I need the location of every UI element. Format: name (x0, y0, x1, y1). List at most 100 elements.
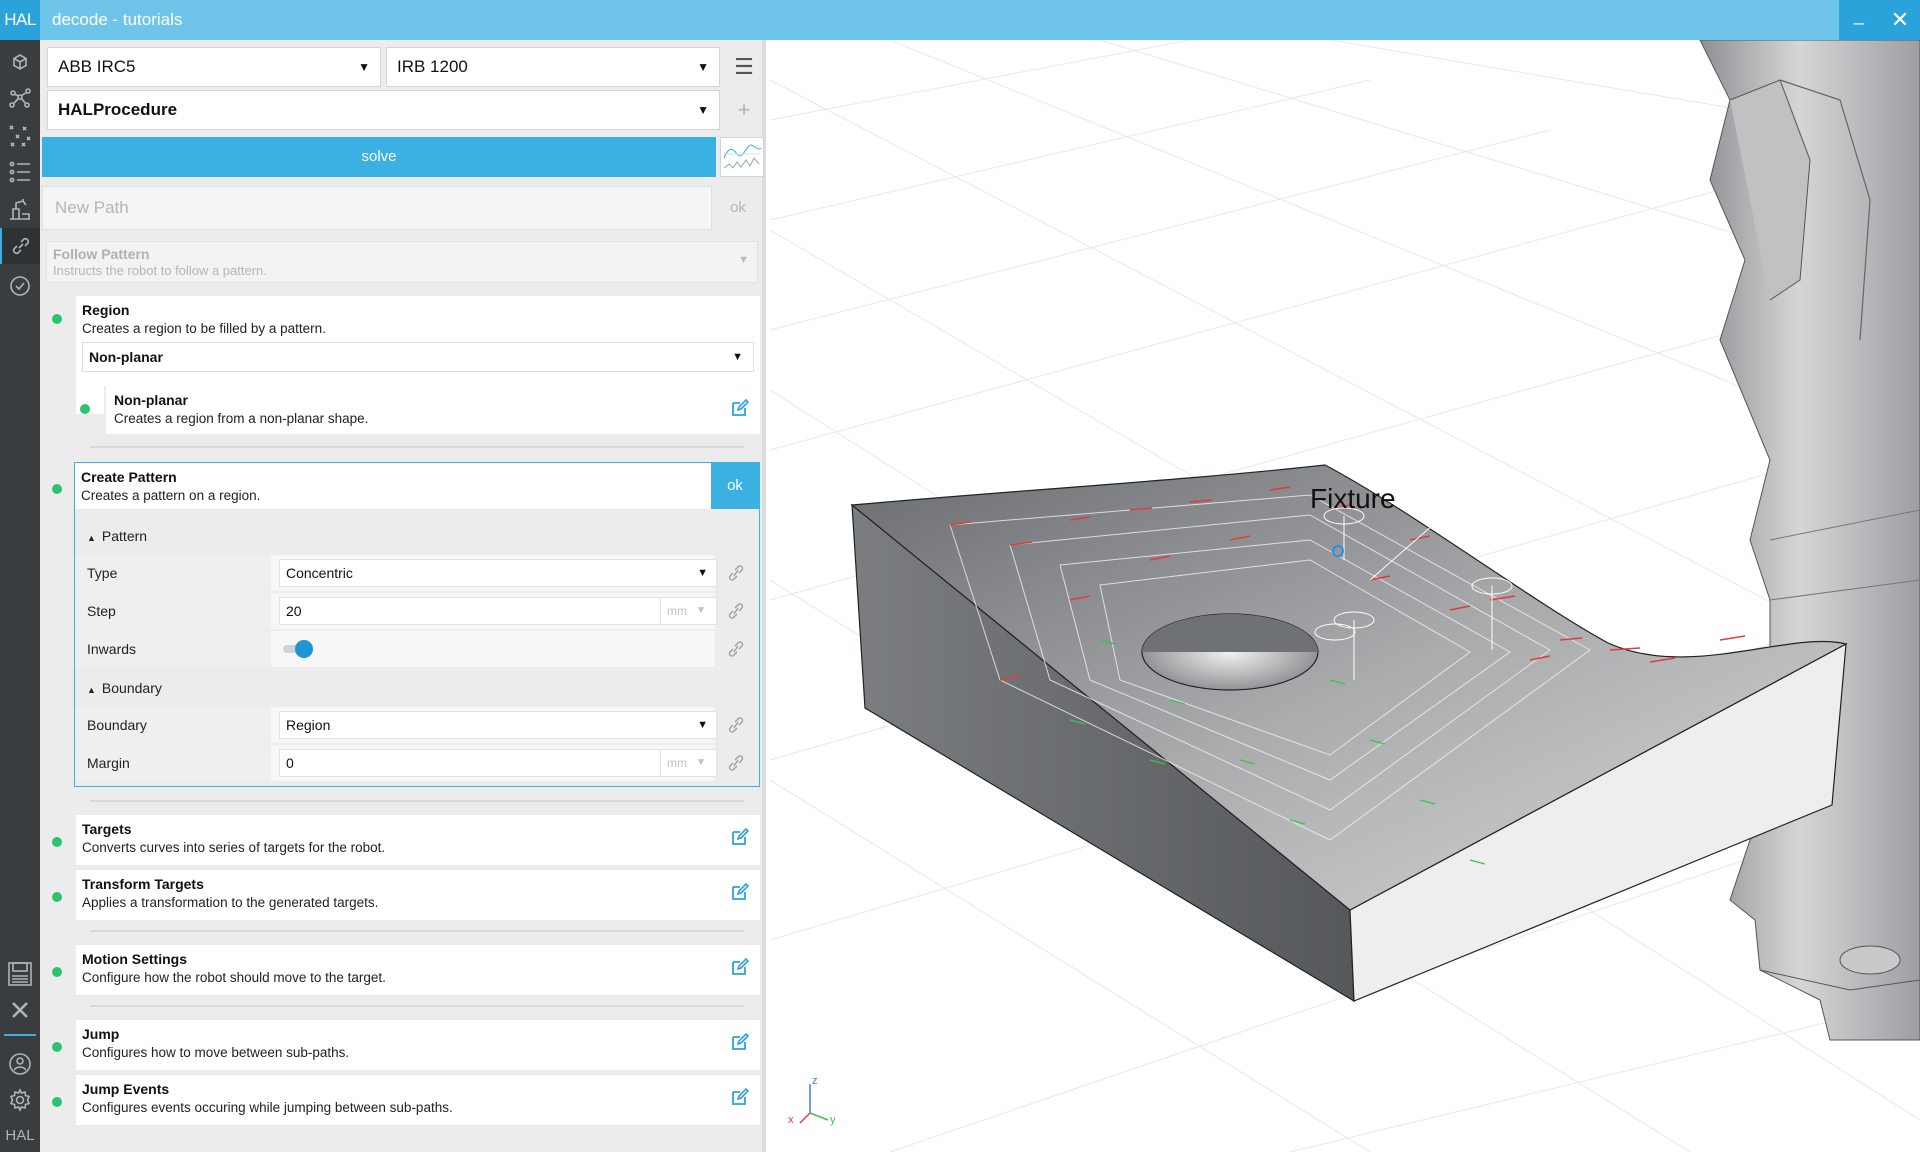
controller-select[interactable]: ABB IRC5 ▼ (47, 47, 381, 87)
check-circle-icon[interactable] (0, 268, 40, 304)
pattern-type-value: Concentric (286, 565, 353, 581)
non-planar-description: Creates a region from a non-planar shape… (114, 411, 369, 426)
close-window-button[interactable]: ✕ (1880, 0, 1920, 40)
boundary-value: Region (286, 717, 331, 733)
section-divider (90, 800, 744, 802)
region-type-value: Non-planar (89, 349, 163, 365)
convergence-graph-icon[interactable] (720, 137, 764, 177)
create-pattern-header[interactable]: Create Pattern Creates a pattern on a re… (75, 463, 711, 509)
robot-value: IRB 1200 (397, 57, 468, 76)
edit-icon[interactable] (730, 882, 750, 902)
footer-logo: HAL (5, 1127, 35, 1144)
list-icon[interactable] (0, 154, 40, 190)
chevron-down-icon: ▼ (697, 567, 708, 579)
collapse-triangle-icon: ▲ (87, 685, 96, 695)
link-icon[interactable] (725, 753, 747, 773)
cube-icon[interactable] (0, 44, 40, 80)
transform-targets-card[interactable]: Transform Targets Applies a transformati… (76, 870, 760, 920)
chevron-down-icon: ▼ (697, 719, 708, 731)
link-icon[interactable] (725, 601, 747, 621)
edit-icon[interactable] (730, 827, 750, 847)
margin-label: Margin (75, 745, 271, 781)
follow-pattern-header[interactable]: Follow Pattern Instructs the robot to fo… (46, 241, 758, 283)
step-input[interactable]: 20 mm ▼ (279, 597, 717, 625)
boundary-section-label: Boundary (101, 680, 162, 696)
scene-svg: Fixture z y x (770, 40, 1920, 1152)
status-dot (52, 837, 62, 847)
transform-targets-title: Transform Targets (82, 876, 204, 892)
transform-targets-description: Applies a transformation to the generate… (82, 895, 379, 910)
close-icon[interactable] (0, 992, 40, 1028)
jump-events-card[interactable]: Jump Events Configures events occuring w… (76, 1075, 760, 1125)
jump-card[interactable]: Jump Configures how to move between sub-… (76, 1020, 760, 1070)
chevron-down-icon: ▼ (738, 254, 749, 266)
step-label: Step (75, 593, 271, 629)
follow-pattern-title: Follow Pattern (53, 246, 150, 262)
step-value: 20 (286, 603, 302, 619)
margin-row: Margin 0 mm ▼ (75, 745, 759, 783)
edit-icon[interactable] (730, 398, 750, 418)
procedure-panel: ABB IRC5 ▼ IRB 1200 ▼ ☰ HALProcedure ▼ +… (40, 40, 766, 1152)
boundary-select[interactable]: Region ▼ (279, 711, 717, 739)
inwards-row: Inwards (75, 631, 759, 669)
step-unit: mm (667, 604, 687, 618)
scatter-icon[interactable] (0, 118, 40, 154)
status-dot (52, 314, 62, 324)
margin-unit-select[interactable]: mm ▼ (660, 750, 712, 776)
save-icon[interactable] (0, 956, 40, 992)
section-divider (90, 930, 744, 932)
network-icon[interactable] (0, 80, 40, 116)
gear-icon[interactable] (0, 1082, 40, 1118)
hal-logo: HAL (0, 0, 40, 40)
pattern-section-header[interactable]: ▲ Pattern (75, 521, 759, 551)
edit-icon[interactable] (730, 1032, 750, 1052)
status-dot (52, 1097, 62, 1107)
minimize-button[interactable]: _ (1839, 0, 1879, 40)
robot-select[interactable]: IRB 1200 ▼ (386, 47, 720, 87)
jump-events-title: Jump Events (82, 1081, 170, 1097)
non-planar-card[interactable]: Non-planar Creates a region from a non-p… (104, 386, 760, 434)
targets-title: Targets (82, 821, 132, 837)
follow-pattern-description: Instructs the robot to follow a pattern. (53, 263, 267, 278)
targets-card[interactable]: Targets Converts curves into series of t… (76, 815, 760, 865)
link-icon[interactable] (725, 715, 747, 735)
motion-settings-card[interactable]: Motion Settings Configure how the robot … (76, 945, 760, 995)
procedure-select[interactable]: HALProcedure ▼ (47, 90, 720, 130)
section-divider (90, 446, 744, 448)
edit-icon[interactable] (730, 1087, 750, 1107)
link-icon[interactable] (0, 228, 40, 264)
boundary-section-header[interactable]: ▲ Boundary (75, 673, 759, 703)
pattern-type-select[interactable]: Concentric ▼ (279, 559, 717, 587)
workpiece-fixture (850, 464, 1848, 1003)
chevron-down-icon: ▼ (696, 757, 706, 768)
add-procedure-icon[interactable]: + (724, 90, 764, 130)
collapse-triangle-icon: ▲ (87, 533, 96, 543)
axis-x-label: x (788, 1114, 794, 1126)
section-divider (90, 1005, 744, 1007)
solve-button[interactable]: solve (42, 137, 716, 177)
margin-unit: mm (667, 756, 687, 770)
robot-cell-icon[interactable] (0, 192, 40, 228)
boundary-row: Boundary Region ▼ (75, 707, 759, 745)
menu-icon[interactable]: ☰ (724, 47, 764, 87)
create-pattern-description: Creates a pattern on a region. (81, 488, 261, 503)
edit-icon[interactable] (730, 957, 750, 977)
margin-input[interactable]: 0 mm ▼ (279, 749, 717, 777)
new-path-input[interactable]: New Path (42, 186, 712, 230)
step-value-cell: 20 mm ▼ (271, 593, 717, 629)
step-unit-select[interactable]: mm ▼ (660, 598, 712, 624)
region-description: Creates a region to be filled by a patte… (82, 321, 326, 336)
link-icon[interactable] (725, 563, 747, 583)
inwards-toggle[interactable] (283, 640, 313, 658)
create-pattern-title: Create Pattern (81, 469, 177, 485)
status-dot (52, 967, 62, 977)
axis-y-label: y (830, 1114, 836, 1126)
region-type-select[interactable]: Non-planar ▼ (82, 342, 754, 372)
link-icon[interactable] (725, 639, 747, 659)
user-icon[interactable] (0, 1046, 40, 1082)
chevron-down-icon: ▼ (358, 60, 370, 74)
3d-viewport[interactable]: Fixture z y x (770, 40, 1920, 1152)
create-pattern-ok-button[interactable]: ok (711, 463, 759, 509)
new-path-ok-button[interactable]: ok (712, 186, 764, 230)
motion-settings-title: Motion Settings (82, 951, 187, 967)
